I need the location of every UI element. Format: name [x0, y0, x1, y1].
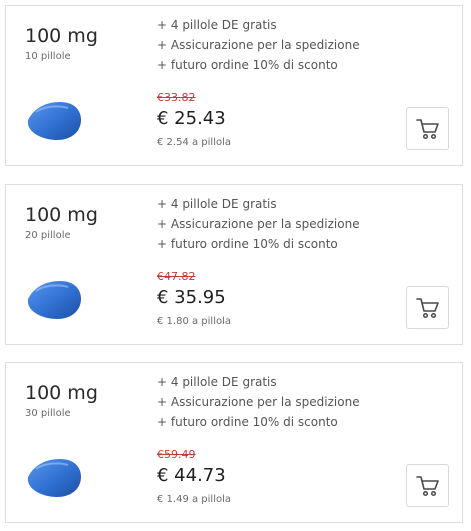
feature-item: + 4 pillole DE gratis: [157, 375, 277, 389]
offer-card: 100 mg 20 pillole + 4 pillole DE gratis …: [5, 184, 463, 345]
offer-card: 100 mg 10 pillole + 4 pillole DE gratis …: [5, 5, 463, 166]
current-price: € 44.73: [157, 465, 226, 486]
offer-card: 100 mg 30 pillole + 4 pillole DE gratis …: [5, 362, 463, 523]
current-price: € 25.43: [157, 108, 226, 129]
dose-label: 100 mg: [25, 382, 98, 404]
feature-list: + 4 pillole DE gratis + Assicurazione pe…: [157, 194, 360, 254]
pill-image: [27, 459, 81, 497]
pill-count: 10 pillole: [25, 51, 71, 62]
price-per-pill: € 1.80 a pillola: [157, 316, 231, 327]
feature-item: + Assicurazione per la spedizione: [157, 38, 360, 52]
dose-label: 100 mg: [25, 25, 98, 47]
shopping-cart-icon: [415, 297, 439, 318]
shopping-cart-icon: [415, 475, 439, 496]
feature-item: + Assicurazione per la spedizione: [157, 217, 360, 231]
shopping-cart-icon: [415, 118, 439, 139]
old-price: €47.82: [157, 270, 196, 283]
add-to-cart-button[interactable]: [406, 107, 449, 150]
pill-image: [27, 102, 81, 140]
feature-list: + 4 pillole DE gratis + Assicurazione pe…: [157, 15, 360, 75]
pill-count: 30 pillole: [25, 408, 71, 419]
pill-count: 20 pillole: [25, 230, 71, 241]
feature-item: + futuro ordine 10% di sconto: [157, 58, 338, 72]
feature-item: + futuro ordine 10% di sconto: [157, 415, 338, 429]
pill-image: [27, 281, 81, 319]
feature-item: + futuro ordine 10% di sconto: [157, 237, 338, 251]
price-per-pill: € 1.49 a pillola: [157, 494, 231, 505]
feature-item: + Assicurazione per la spedizione: [157, 395, 360, 409]
feature-item: + 4 pillole DE gratis: [157, 18, 277, 32]
old-price: €59.49: [157, 448, 196, 461]
current-price: € 35.95: [157, 287, 226, 308]
feature-item: + 4 pillole DE gratis: [157, 197, 277, 211]
feature-list: + 4 pillole DE gratis + Assicurazione pe…: [157, 372, 360, 432]
old-price: €33.82: [157, 91, 196, 104]
price-per-pill: € 2.54 a pillola: [157, 137, 231, 148]
add-to-cart-button[interactable]: [406, 464, 449, 507]
add-to-cart-button[interactable]: [406, 286, 449, 329]
dose-label: 100 mg: [25, 204, 98, 226]
